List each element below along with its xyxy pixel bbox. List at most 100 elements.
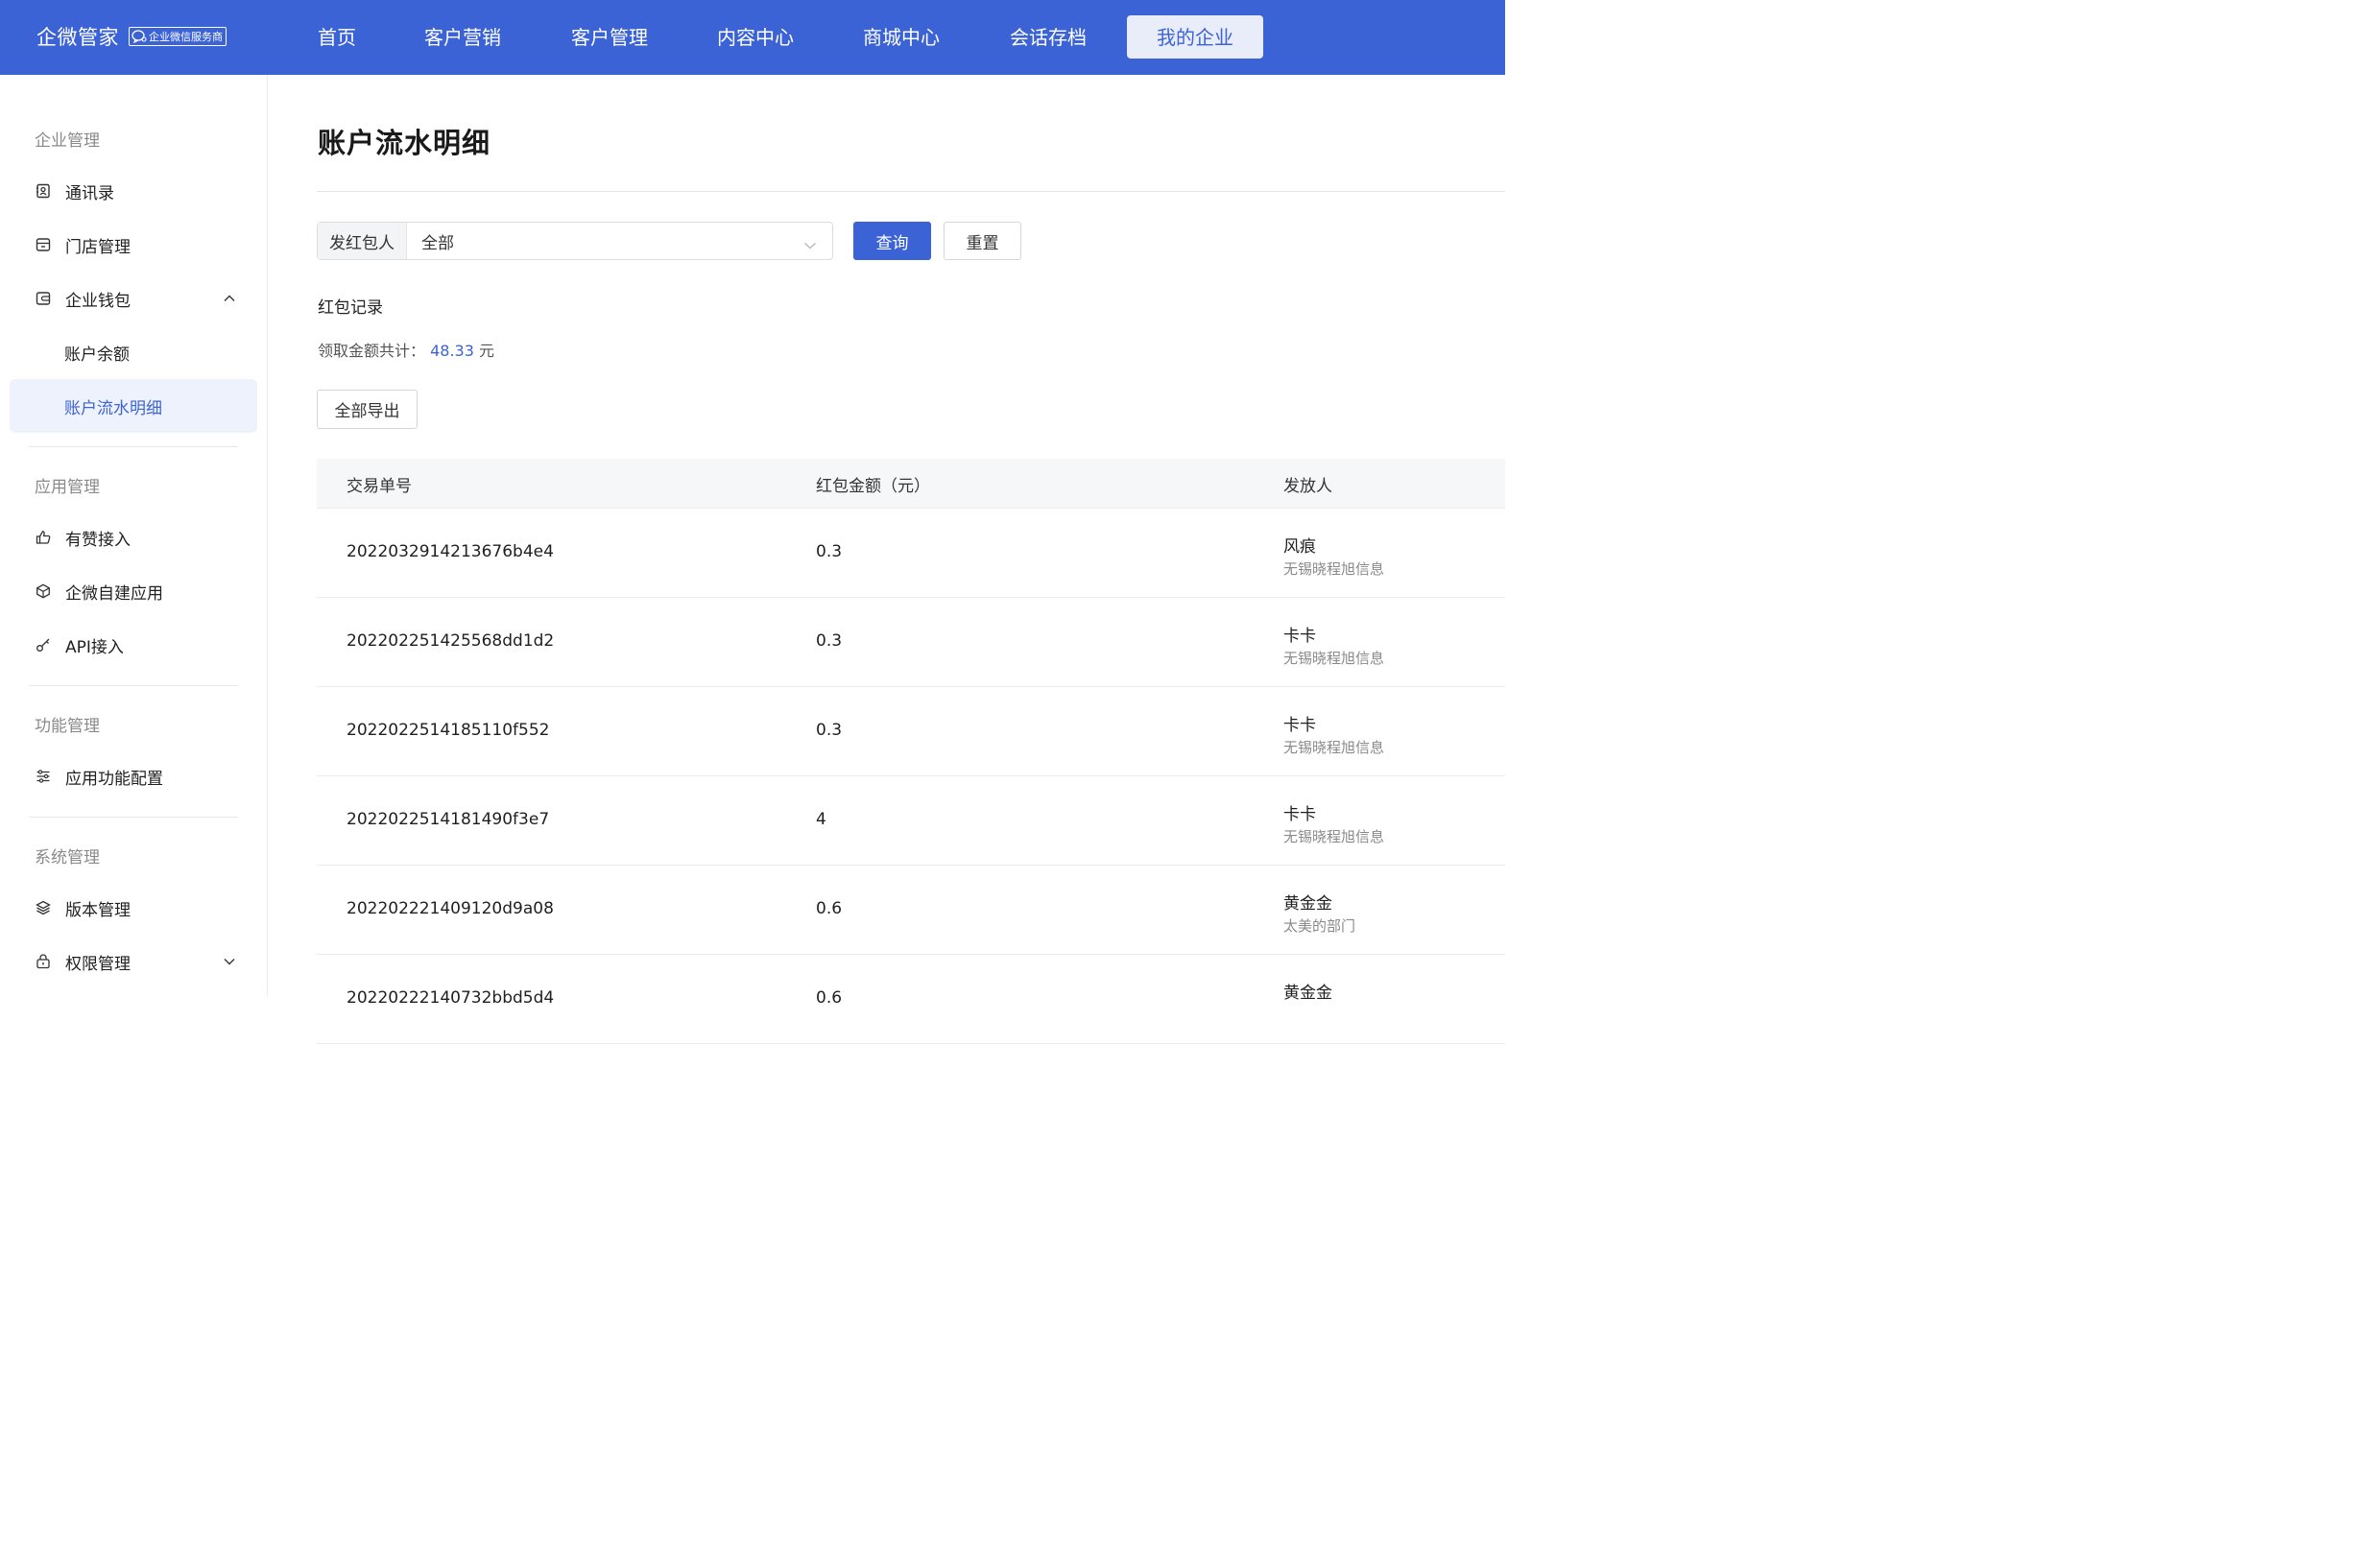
- red-packet-amount: 0.3: [816, 542, 843, 561]
- brand-name[interactable]: 企微管家: [36, 23, 119, 52]
- table-row: 20220222140732bbd5d4 0.6 黄金金: [317, 955, 1505, 1044]
- sidebar-item-label: API接入: [65, 637, 124, 657]
- table-row: 2022022514185110f552 0.3 卡卡无锡晓程旭信息: [317, 687, 1505, 776]
- wallet-icon: [35, 290, 52, 307]
- sender-name: 卡卡: [1283, 716, 1316, 735]
- sidebar-divider: [29, 446, 238, 447]
- column-header-amount: 红包金额（元）: [816, 477, 930, 496]
- nav-session-archive[interactable]: 会话存档: [1010, 23, 1087, 52]
- sidebar-item-custom-app[interactable]: 企微自建应用: [10, 564, 257, 618]
- transaction-id: 2022022514181490f3e7: [347, 810, 550, 829]
- nav-mall-center[interactable]: 商城中心: [863, 23, 940, 52]
- table-row: 202202221409120d9a08 0.6 黄金金太美的部门: [317, 866, 1505, 955]
- total-label: 领取金额共计：: [318, 342, 426, 360]
- transaction-id: 202202251425568dd1d2: [347, 631, 555, 651]
- sender-name: 黄金金: [1283, 894, 1332, 914]
- group-title-system: 系统管理: [35, 848, 100, 867]
- chevron-up-icon[interactable]: [223, 291, 236, 310]
- sidebar-item-label: 账户余额: [64, 344, 130, 365]
- badge-text: 企业微信服务商: [149, 31, 223, 43]
- sender-select[interactable]: 全部: [407, 223, 832, 259]
- sidebar-item-store[interactable]: 门店管理: [10, 218, 257, 272]
- layers-icon: [35, 899, 52, 916]
- nav-customer-management[interactable]: 客户管理: [571, 23, 648, 52]
- sidebar-item-account-transactions[interactable]: 账户流水明细: [10, 379, 257, 433]
- transaction-id: 2022032914213676b4e4: [347, 542, 554, 561]
- column-header-sender: 发放人: [1283, 477, 1332, 496]
- sidebar-item-feature-config[interactable]: 应用功能配置: [10, 749, 257, 803]
- sender-department: 无锡晓程旭信息: [1283, 739, 1385, 756]
- sidebar-item-label: 门店管理: [65, 237, 131, 257]
- sender-select-value: 全部: [421, 233, 454, 253]
- nav-my-enterprise[interactable]: 我的企业: [1127, 15, 1263, 59]
- sidebar-item-account-balance[interactable]: 账户余额: [10, 325, 257, 379]
- sidebar-item-wallet[interactable]: 企业钱包: [10, 272, 257, 325]
- sender-department: 无锡晓程旭信息: [1283, 650, 1385, 667]
- sidebar-item-label: 企微自建应用: [65, 583, 163, 604]
- sender-filter[interactable]: 发红包人 全部: [317, 222, 833, 260]
- thumbs-up-icon: [35, 529, 52, 546]
- group-title-features: 功能管理: [35, 717, 100, 736]
- sliders-icon: [35, 768, 52, 785]
- title-divider: [317, 191, 1505, 192]
- total-amount: 48.33: [430, 342, 474, 360]
- sender-name: 风痕: [1283, 537, 1316, 557]
- sidebar-item-permissions[interactable]: 权限管理: [10, 935, 257, 988]
- sender-department: 太美的部门: [1283, 917, 1356, 935]
- sidebar-item-label: 有赞接入: [65, 530, 131, 550]
- export-all-button[interactable]: 全部导出: [317, 390, 418, 429]
- sidebar-item-label: 账户流水明细: [64, 398, 162, 418]
- nav-home[interactable]: 首页: [318, 23, 356, 52]
- sender-department: 无锡晓程旭信息: [1283, 828, 1385, 845]
- transactions-table: 交易单号 红包金额（元） 发放人 2022032914213676b4e4 0.3…: [317, 459, 1505, 1044]
- sidebar-item-label: 通讯录: [65, 183, 114, 203]
- red-packet-amount: 0.3: [816, 721, 843, 740]
- sidebar-divider: [29, 817, 238, 818]
- red-packet-amount: 0.6: [816, 899, 843, 918]
- group-title-apps: 应用管理: [35, 478, 100, 497]
- transaction-id: 20220222140732bbd5d4: [347, 988, 555, 1008]
- column-header-transaction-id: 交易单号: [347, 477, 412, 496]
- sender-name: 卡卡: [1283, 627, 1316, 646]
- reset-button[interactable]: 重置: [944, 222, 1021, 260]
- cube-icon: [35, 582, 52, 600]
- red-packet-amount: 0.3: [816, 631, 843, 651]
- transaction-id: 202202221409120d9a08: [347, 899, 554, 918]
- sender-name: 黄金金: [1283, 984, 1332, 1003]
- sender-department: 无锡晓程旭信息: [1283, 560, 1385, 578]
- section-label: 红包记录: [318, 298, 383, 318]
- contacts-icon: [35, 182, 52, 200]
- nav-customer-marketing[interactable]: 客户营销: [424, 23, 501, 52]
- table-row: 202202251425568dd1d2 0.3 卡卡无锡晓程旭信息: [317, 598, 1505, 687]
- nav-content-center[interactable]: 内容中心: [717, 23, 794, 52]
- sidebar-item-contacts[interactable]: 通讯录: [10, 164, 257, 218]
- chevron-down-icon: [803, 236, 817, 255]
- table-row: 2022032914213676b4e4 0.3 风痕无锡晓程旭信息: [317, 509, 1505, 598]
- chevron-down-icon[interactable]: [223, 954, 236, 973]
- sidebar-item-label: 版本管理: [65, 900, 131, 920]
- sender-name: 卡卡: [1283, 805, 1316, 824]
- table-header: 交易单号 红包金额（元） 发放人: [317, 459, 1505, 509]
- group-title-enterprise: 企业管理: [35, 131, 100, 151]
- page-title: 账户流水明细: [318, 127, 491, 159]
- table-row: 2022022514181490f3e7 4 卡卡无锡晓程旭信息: [317, 776, 1505, 866]
- red-packet-amount: 0.6: [816, 988, 843, 1008]
- transaction-id: 2022022514185110f552: [347, 721, 550, 740]
- wecom-logo-icon: [132, 30, 147, 43]
- total-unit: 元: [479, 342, 495, 360]
- sidebar-item-youzan[interactable]: 有赞接入: [10, 511, 257, 564]
- top-nav-bar: 企微管家 企业微信服务商 首页 客户营销 客户管理 内容中心 商城中心 会话存档…: [0, 0, 1505, 75]
- total-amount-line: 领取金额共计： 48.33 元: [318, 338, 494, 361]
- service-provider-badge: 企业微信服务商: [129, 27, 227, 46]
- query-button[interactable]: 查询: [853, 222, 931, 260]
- sidebar-item-label: 企业钱包: [65, 291, 131, 311]
- sidebar-item-version[interactable]: 版本管理: [10, 881, 257, 935]
- sidebar-item-api[interactable]: API接入: [10, 618, 257, 672]
- store-icon: [35, 236, 52, 253]
- key-icon: [35, 636, 52, 653]
- red-packet-amount: 4: [816, 810, 826, 829]
- filter-label: 发红包人: [318, 223, 407, 259]
- lock-icon: [35, 953, 52, 970]
- sidebar: 企业管理 通讯录 门店管理 企业钱包 账户余额 账户流水明细 应用管理 有赞接入: [0, 75, 268, 996]
- sidebar-item-label: 权限管理: [65, 954, 131, 974]
